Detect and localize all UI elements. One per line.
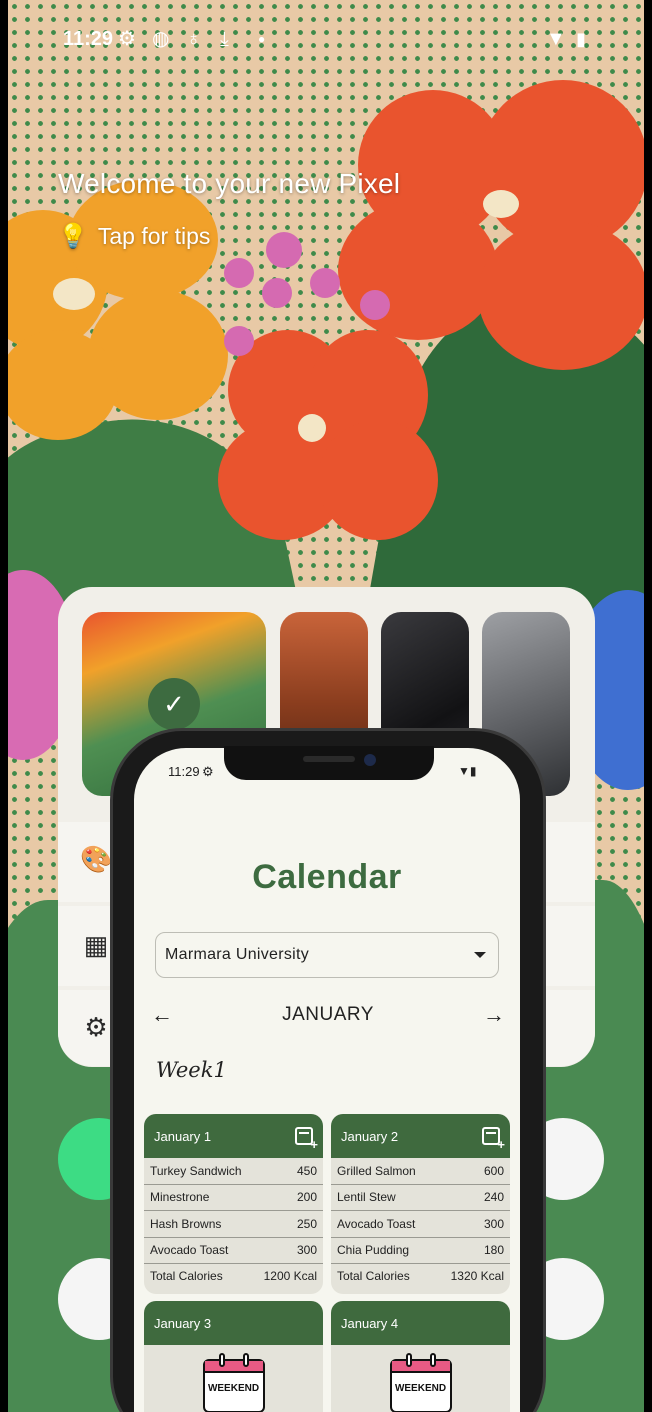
meal-kcal: 450 <box>296 1163 317 1178</box>
meal-name: Minestrone <box>150 1190 210 1205</box>
meal-name: Avocado Toast <box>150 1243 229 1258</box>
settings-icon: ⚙ <box>118 28 136 50</box>
download-icon: ⤓ <box>220 28 229 50</box>
weekend-label: WEEKEND <box>207 1383 260 1394</box>
phone-speaker <box>303 756 355 762</box>
wifi-battery-icon: ▼▮ <box>458 764 477 778</box>
meal-name: Avocado Toast <box>337 1216 416 1231</box>
meal-kcal: 300 <box>483 1216 504 1231</box>
add-calendar-icon[interactable] <box>482 1127 505 1152</box>
day-card[interactable]: January 2 Grilled Salmon 600 Lentil Stew… <box>331 1114 510 1294</box>
meal-row: Avocado Toast 300 <box>331 1211 510 1238</box>
day-card-header: January 1 <box>144 1114 323 1158</box>
page-title: Calendar <box>252 858 402 896</box>
previous-month-arrow-icon[interactable]: ← <box>145 1002 179 1028</box>
shield-icon: ◍ <box>152 28 170 50</box>
lightbulb-icon: ♁ <box>186 28 201 50</box>
selected-check-icon: ✓ <box>148 678 200 730</box>
settings-icon: ⚙ <box>202 764 214 779</box>
total-calories-row: Total Calories 1200 Kcal <box>144 1264 323 1288</box>
month-navigator: ← JANUARY → <box>145 998 511 1032</box>
meal-kcal: 250 <box>296 1216 317 1231</box>
weekend-calendar-icon: WEEKEND <box>202 1353 265 1412</box>
settings-icon: ⚙ <box>84 1012 108 1042</box>
wifi-icon: ▼ <box>546 28 566 50</box>
palette-icon: 🎨 <box>80 844 113 874</box>
meal-row: Minestrone 200 <box>144 1185 323 1211</box>
university-select[interactable]: Marmara University <box>155 932 499 978</box>
tips-label: Tap for tips <box>97 223 211 249</box>
meal-name: Turkey Sandwich <box>150 1163 242 1178</box>
phone-notch <box>224 746 434 780</box>
meal-kcal: 300 <box>296 1243 317 1258</box>
next-month-arrow-icon[interactable]: → <box>477 1002 511 1028</box>
day-card-header: January 2 <box>331 1114 510 1158</box>
meal-row: Avocado Toast 300 <box>144 1238 323 1264</box>
phone-camera <box>364 754 376 766</box>
meal-row: Lentil Stew 240 <box>331 1185 510 1211</box>
meal-kcal: 200 <box>296 1190 317 1205</box>
welcome-text: Welcome to your new Pixel <box>58 168 401 199</box>
status-bar: 11:29 ⚙ ◍ ♁ ⤓ ● ▼ ▮ <box>8 0 644 80</box>
day-card[interactable]: January 4 WEEKEND <box>331 1301 510 1412</box>
month-label: JANUARY <box>282 1004 374 1025</box>
meal-name: Lentil Stew <box>337 1190 396 1205</box>
day-label: January 3 <box>154 1315 212 1331</box>
phone-status-time: 11:29 <box>168 764 200 779</box>
meal-kcal: 180 <box>483 1243 504 1258</box>
add-calendar-icon[interactable] <box>295 1127 318 1152</box>
meal-kcal: 240 <box>483 1190 504 1205</box>
meal-row: Turkey Sandwich 450 <box>144 1158 323 1185</box>
meal-name: Chia Pudding <box>337 1243 410 1258</box>
lightbulb-icon: 💡 <box>58 223 88 250</box>
meal-name: Grilled Salmon <box>337 1163 416 1178</box>
day-label: January 4 <box>341 1315 399 1331</box>
total-calories-row: Total Calories 1320 Kcal <box>331 1264 510 1288</box>
meal-row: Grilled Salmon 600 <box>331 1158 510 1185</box>
day-card-header: January 3 <box>144 1301 323 1345</box>
university-select-value: Marmara University <box>165 946 310 963</box>
total-label: Total Calories <box>337 1269 410 1283</box>
widgets-icon: ▦ <box>83 930 109 960</box>
meal-kcal: 600 <box>483 1163 504 1178</box>
weekend-calendar-icon: WEEKEND <box>389 1353 452 1412</box>
day-card-header: January 4 <box>331 1301 510 1345</box>
day-card[interactable]: January 3 WEEKEND <box>144 1301 323 1412</box>
total-label: Total Calories <box>150 1269 223 1283</box>
total-value: 1200 Kcal <box>263 1269 317 1283</box>
weekend-label: WEEKEND <box>394 1383 447 1394</box>
tips-link[interactable]: 💡 Tap for tips <box>58 222 210 251</box>
day-card[interactable]: January 1 Turkey Sandwich 450 Minestrone… <box>144 1114 323 1294</box>
dot-icon: ● <box>258 32 266 46</box>
meal-row: Chia Pudding 180 <box>331 1238 510 1264</box>
day-label: January 2 <box>341 1128 399 1144</box>
meal-row: Hash Browns 250 <box>144 1211 323 1238</box>
battery-icon: ▮ <box>576 29 586 49</box>
total-value: 1320 Kcal <box>450 1269 504 1283</box>
chevron-down-icon <box>474 952 486 958</box>
meal-name: Hash Browns <box>150 1216 222 1231</box>
day-label: January 1 <box>154 1128 212 1144</box>
week-label: Week1 <box>156 1058 227 1082</box>
status-time: 11:29 <box>63 28 114 50</box>
